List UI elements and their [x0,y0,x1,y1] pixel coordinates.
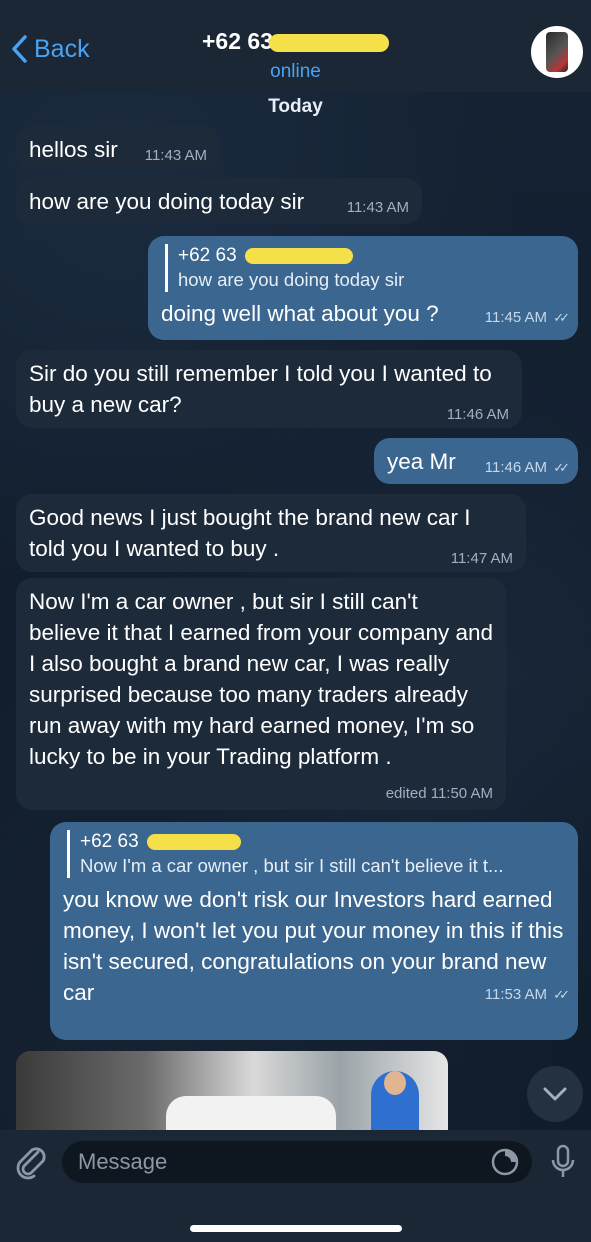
voice-record-button[interactable] [549,1143,577,1186]
contact-info[interactable]: +62 63 online [0,28,591,83]
chat-header: Back +62 63 online [0,0,591,92]
message-text: hellos sir [29,137,118,162]
double-check-icon: ✓✓ [553,310,570,325]
message-time: 11:53 AM ✓✓ [484,986,570,1003]
message-time: 11:47 AM [450,550,513,567]
message-time: 11:46 AM [446,406,509,423]
message-time: 11:43 AM [144,147,207,164]
message-time: edited 11:50 AM [385,785,493,802]
message-input[interactable] [62,1141,532,1183]
message-bubble-outgoing[interactable]: yea Mr 11:46 AM ✓✓ [374,438,578,484]
message-bubble-incoming[interactable]: how are you doing today sir 11:43 AM [16,178,422,224]
chevron-down-icon [543,1087,567,1101]
message-bubble-outgoing[interactable]: +62 63 how are you doing today sir doing… [148,236,578,340]
double-check-icon: ✓✓ [553,987,570,1002]
reply-preview[interactable]: +62 63 how are you doing today sir [165,244,565,292]
reply-text: Now I'm a car owner , but sir I still ca… [80,855,504,876]
message-text: Good news I just bought the brand new ca… [29,505,471,561]
scroll-down-button[interactable] [527,1066,583,1122]
reply-sender: +62 63 [178,244,565,268]
message-time: 11:46 AM ✓✓ [484,459,570,476]
message-text: doing well what about you ? [161,301,439,326]
reply-sender: +62 63 [80,830,565,854]
contact-name: +62 63 [202,28,389,55]
message-bubble-incoming[interactable]: Sir do you still remember I told you I w… [16,350,522,428]
message-time: 11:45 AM ✓✓ [484,309,570,326]
redaction-mark [244,247,353,264]
home-indicator[interactable] [190,1225,402,1232]
redaction-mark [269,33,389,52]
microphone-icon [551,1144,575,1177]
message-bubble-incoming[interactable]: Now I'm a car owner , but sir I still ca… [16,578,506,810]
attach-button[interactable] [14,1144,48,1185]
message-bubble-incoming[interactable]: Good news I just bought the brand new ca… [16,494,526,572]
paperclip-icon [16,1147,46,1180]
avatar[interactable] [531,26,583,78]
avatar-image [546,32,568,72]
message-text: Now I'm a car owner , but sir I still ca… [29,589,494,769]
double-check-icon: ✓✓ [553,460,570,475]
message-text: yea Mr [387,449,456,474]
date-separator: Today [268,96,323,117]
redaction-mark [146,833,241,850]
message-bubble-incoming[interactable]: hellos sir 11:43 AM [16,126,220,170]
message-text: how are you doing today sir [29,189,305,214]
message-bubble-outgoing[interactable]: +62 63 Now I'm a car owner , but sir I s… [50,822,578,1040]
sticker-button[interactable] [490,1147,520,1182]
car-shape [166,1096,336,1131]
message-time: 11:43 AM [346,199,409,216]
photo-message[interactable] [16,1051,448,1131]
contact-status: online [270,61,321,82]
sticker-icon [491,1148,519,1176]
message-text: Sir do you still remember I told you I w… [29,361,492,417]
reply-text: how are you doing today sir [178,269,405,290]
reply-preview[interactable]: +62 63 Now I'm a car owner , but sir I s… [67,830,565,878]
person-head [384,1071,406,1095]
